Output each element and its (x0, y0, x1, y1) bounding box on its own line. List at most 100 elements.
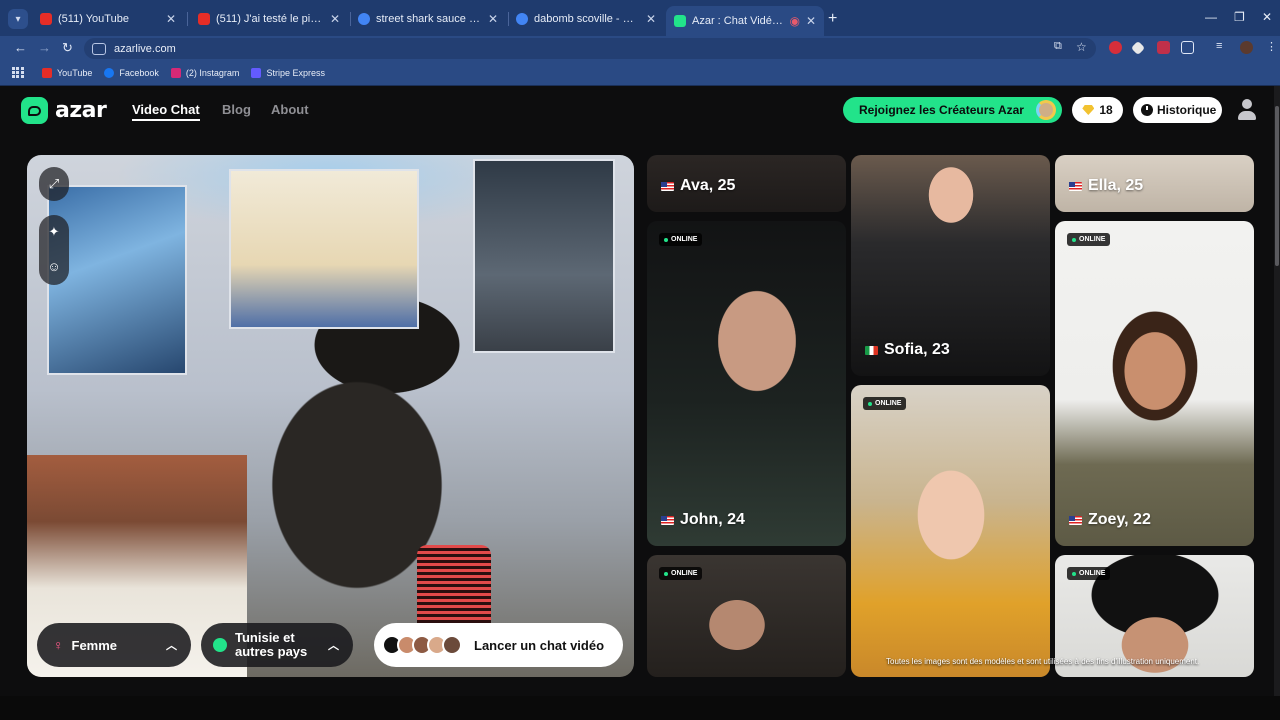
address-bar[interactable]: azarlive.com (84, 38, 1096, 59)
online-text: ONLINE (1079, 236, 1106, 243)
female-icon: ♀ (53, 637, 64, 653)
online-badge: ONLINE (659, 567, 703, 580)
user-account-icon[interactable] (1237, 99, 1257, 121)
media-controls-icon[interactable]: ≡ (1216, 40, 1222, 52)
gender-filter-label: Femme (71, 637, 118, 653)
us-flag-icon (1069, 515, 1082, 525)
bookmark-label: Stripe Express (266, 67, 325, 78)
tab-title: street shark sauce scoville - Recherche … (376, 13, 482, 25)
scrollbar-thumb[interactable] (1275, 106, 1279, 266)
online-badge: ONLINE (659, 233, 703, 246)
minimize-icon[interactable]: — (1205, 10, 1217, 24)
profile-name-text: Ella, 25 (1088, 177, 1144, 194)
magic-wand-icon[interactable]: ✦ (39, 215, 69, 249)
chevron-up-icon: ︿ (328, 640, 339, 652)
video-effects-group: ✦ ☺ (39, 215, 69, 285)
extension-icon[interactable] (1109, 41, 1122, 54)
google-icon (516, 13, 528, 25)
profile-avatar-icon[interactable] (1240, 41, 1253, 54)
azar-icon (674, 15, 686, 27)
close-tab-icon[interactable]: ✕ (646, 12, 656, 26)
nav-about[interactable]: About (271, 102, 309, 117)
bookmark-instagram[interactable]: (2) Instagram (170, 67, 240, 78)
gender-filter-button[interactable]: ♀ Femme ︿ (37, 623, 191, 667)
us-flag-icon (1069, 181, 1082, 191)
logo-text: azar (55, 98, 107, 123)
close-tab-icon[interactable]: ✕ (166, 12, 176, 26)
online-badge: ONLINE (863, 397, 907, 410)
page-scrollbar[interactable] (1274, 86, 1280, 696)
tab-street-shark-search[interactable]: street shark sauce scoville - Recherche … (350, 6, 506, 32)
close-tab-icon[interactable]: ✕ (488, 12, 498, 26)
back-icon[interactable]: ← (14, 40, 27, 55)
tab-azar[interactable]: Azar : Chat Vidéo avec de nouvelles pers… (666, 6, 824, 36)
new-tab-button[interactable]: + (828, 10, 837, 28)
profile-card-sofia[interactable]: Sofia, 23 (851, 155, 1050, 376)
stripe-icon (251, 67, 262, 78)
gems-count: 18 (1099, 103, 1113, 117)
recording-icon: ◉ (789, 14, 800, 28)
nav-video-chat[interactable]: Video Chat (132, 102, 200, 121)
azar-logo-icon (21, 97, 48, 124)
avatar (442, 635, 462, 655)
install-app-icon[interactable]: ⧉ (1054, 40, 1062, 53)
clock-icon (1141, 104, 1153, 116)
profile-name-text: John, 24 (680, 511, 745, 528)
extension-icon[interactable] (1130, 40, 1146, 56)
globe-icon (213, 638, 227, 652)
join-creators-button[interactable]: Rejoignez les Créateurs Azar (843, 97, 1062, 123)
online-text: ONLINE (875, 400, 902, 407)
tab-search-button[interactable]: ▾ (8, 9, 28, 29)
wall-poster (229, 169, 419, 329)
region-filter-button[interactable]: Tunisie et autres pays ︿ (201, 623, 353, 667)
nav-blog[interactable]: Blog (222, 102, 251, 117)
launch-video-chat-button[interactable]: Lancer un chat vidéo (374, 623, 623, 667)
profile-card-unnamed[interactable]: ONLINE (647, 555, 846, 677)
extension-icon[interactable] (1157, 41, 1170, 54)
bookmark-facebook[interactable]: Facebook (104, 67, 159, 78)
close-tab-icon[interactable]: ✕ (806, 14, 816, 28)
google-icon (358, 13, 370, 25)
creator-avatar-icon (1036, 100, 1056, 120)
bookmark-label: YouTube (57, 67, 93, 78)
more-menu-icon[interactable]: ⋮ (1266, 40, 1277, 53)
close-window-icon[interactable]: ✕ (1262, 10, 1272, 24)
azar-logo[interactable]: azar (21, 97, 107, 124)
tab-piment-video[interactable]: (511) J'ai testé le piment le plus fort … (190, 6, 348, 32)
site-info-icon[interactable] (92, 42, 106, 55)
profile-name-text: Sofia, 23 (884, 341, 950, 358)
bookmark-youtube[interactable]: YouTube (42, 67, 93, 78)
profile-card-ella[interactable]: Ella, 25 (1055, 155, 1254, 212)
close-tab-icon[interactable]: ✕ (330, 12, 340, 26)
reload-icon[interactable]: ↻ (62, 40, 73, 56)
youtube-icon (198, 13, 210, 25)
launch-video-chat-label: Lancer un chat vidéo (474, 637, 605, 653)
us-flag-icon (661, 515, 674, 525)
chevron-up-icon: ︿ (166, 640, 177, 652)
gems-button[interactable]: 18 (1072, 97, 1123, 123)
us-flag-icon (661, 181, 674, 191)
window-bottom-edge (0, 696, 1280, 720)
profile-name-text: Zoey, 22 (1088, 511, 1151, 528)
profile-card-john[interactable]: ONLINE John, 24 (647, 221, 846, 546)
expand-icon[interactable]: ⤢ (39, 167, 69, 201)
extensions-puzzle-icon[interactable] (1181, 41, 1194, 54)
profile-card-zoey[interactable]: ONLINE Zoey, 22 (1055, 221, 1254, 546)
tab-title: (511) J'ai testé le piment le plus fort (216, 13, 324, 25)
italy-flag-icon (865, 345, 878, 355)
images-disclaimer: Toutes les images sont des modèles et so… (886, 657, 1200, 666)
apps-grid-icon[interactable] (12, 66, 24, 79)
tab-dabomb-search[interactable]: dabomb scoville - Recherche Google ✕ (508, 6, 664, 32)
forward-icon[interactable]: → (38, 40, 51, 55)
history-label: Historique (1157, 103, 1217, 117)
bookmark-stripe-express[interactable]: Stripe Express (251, 67, 325, 78)
restore-icon[interactable]: ❐ (1234, 10, 1245, 24)
bookmark-star-icon[interactable]: ☆ (1076, 40, 1087, 54)
bookmark-label: (2) Instagram (185, 67, 240, 78)
tab-youtube[interactable]: (511) YouTube ✕ (32, 6, 184, 32)
profile-card-smiling[interactable]: ONLINE (851, 385, 1050, 677)
sticker-face-icon[interactable]: ☺ (39, 249, 69, 283)
history-button[interactable]: Historique (1133, 97, 1222, 123)
profile-card-ava[interactable]: Ava, 25 (647, 155, 846, 212)
profile-name: Sofia, 23 (865, 341, 950, 359)
